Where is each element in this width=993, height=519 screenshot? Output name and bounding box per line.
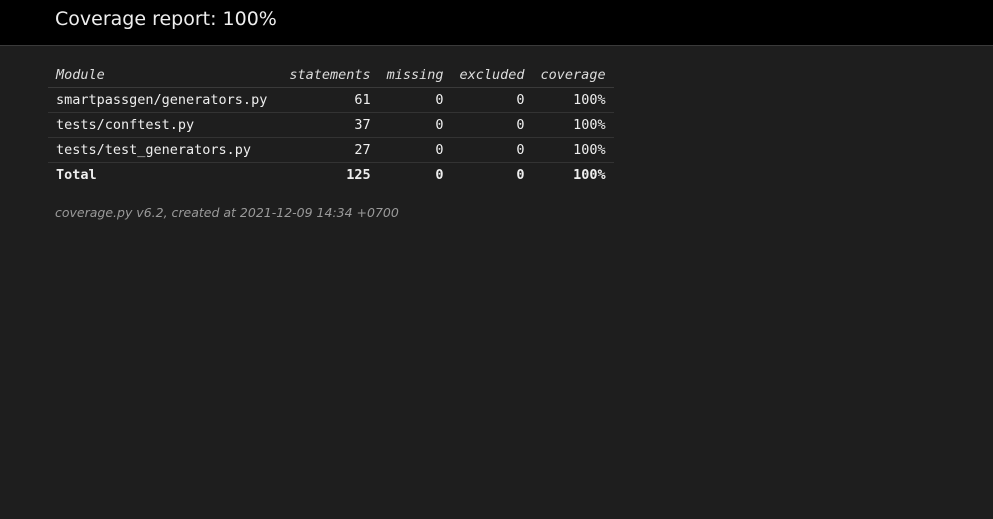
table-row[interactable]: tests/test_generators.py 27 0 0 100% [48, 137, 614, 163]
coverage-index: Module statements missing excluded cover… [48, 63, 614, 187]
column-header-statements[interactable]: statements [281, 63, 379, 88]
excluded-cell: 0 [451, 137, 533, 163]
total-coverage: 100% [573, 167, 606, 183]
missing-cell: 0 [378, 137, 452, 163]
module-link[interactable]: tests/conftest.py [48, 112, 282, 138]
column-header-module[interactable]: Module [48, 63, 282, 88]
page-title: Coverage report: 100% [55, 8, 277, 30]
coverage-cell: 100% [532, 87, 614, 113]
table-row[interactable]: smartpassgen/generators.py 61 0 0 100% [48, 87, 614, 113]
total-label: Total [56, 167, 97, 183]
total-excluded: 0 [516, 167, 525, 183]
missing-cell: 0 [378, 112, 452, 138]
table-header-row: Module statements missing excluded cover… [48, 63, 614, 88]
table-row[interactable]: tests/conftest.py 37 0 0 100% [48, 112, 614, 138]
coverage-table: Module statements missing excluded cover… [48, 63, 614, 187]
module-link[interactable]: smartpassgen/generators.py [48, 87, 282, 113]
total-statements: 125 [346, 167, 371, 183]
statements-cell: 27 [281, 137, 379, 163]
missing-cell: 0 [378, 87, 452, 113]
excluded-cell: 0 [451, 87, 533, 113]
excluded-cell: 0 [451, 112, 533, 138]
total-row: Total 125 0 0 100% [48, 163, 614, 188]
page-header: Coverage report: 100% [0, 0, 993, 46]
coverage-cell: 100% [532, 137, 614, 163]
total-missing: 0 [435, 167, 444, 183]
statements-cell: 61 [281, 87, 379, 113]
statements-cell: 37 [281, 112, 379, 138]
footer-text: coverage.py v6.2, created at 2021-12-09 … [55, 205, 399, 220]
column-header-missing[interactable]: missing [378, 63, 452, 88]
module-link[interactable]: tests/test_generators.py [48, 137, 282, 163]
coverage-cell: 100% [532, 112, 614, 138]
column-header-excluded[interactable]: excluded [451, 63, 533, 88]
footer-note: coverage.py v6.2, created at 2021-12-09 … [55, 205, 399, 220]
column-header-coverage[interactable]: coverage [532, 63, 614, 88]
